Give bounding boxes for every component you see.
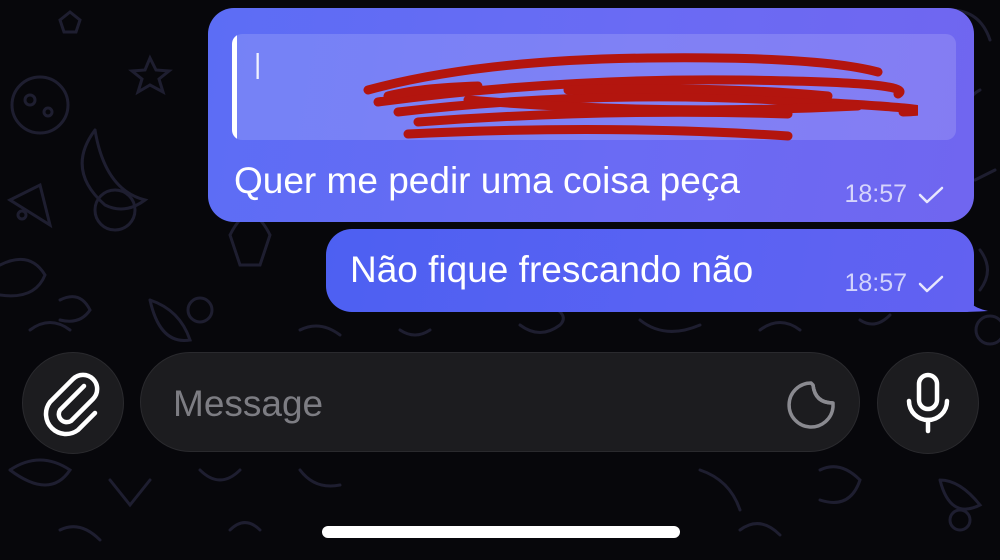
microphone-icon <box>906 372 950 434</box>
outgoing-message-bubble[interactable]: Não fique frescando não 18:57 <box>326 229 988 312</box>
attach-button[interactable] <box>22 352 124 454</box>
message-time: 18:57 <box>844 180 908 208</box>
message-meta: 18:57 <box>844 269 944 298</box>
message-text: Não fique frescando não <box>350 249 754 290</box>
message-time: 18:57 <box>844 269 908 297</box>
outgoing-message-bubble[interactable]: | Quer me pedir uma coisa peça 18:57 <box>208 8 974 222</box>
single-check-icon <box>918 274 944 294</box>
sticker-icon[interactable] <box>785 379 837 431</box>
bubble-tail <box>960 286 988 312</box>
reply-quote-redacted-text: | <box>254 48 262 79</box>
reply-quote-bar <box>232 34 237 140</box>
message-input-container[interactable] <box>140 352 860 452</box>
message-meta: 18:57 <box>844 180 944 209</box>
paperclip-icon <box>43 372 100 437</box>
single-check-icon <box>918 185 944 205</box>
message-input[interactable] <box>171 379 775 429</box>
voice-message-button[interactable] <box>877 352 979 454</box>
message-text: Quer me pedir uma coisa peça <box>234 160 740 201</box>
redaction-scribble <box>363 53 918 141</box>
home-indicator[interactable] <box>322 526 680 538</box>
